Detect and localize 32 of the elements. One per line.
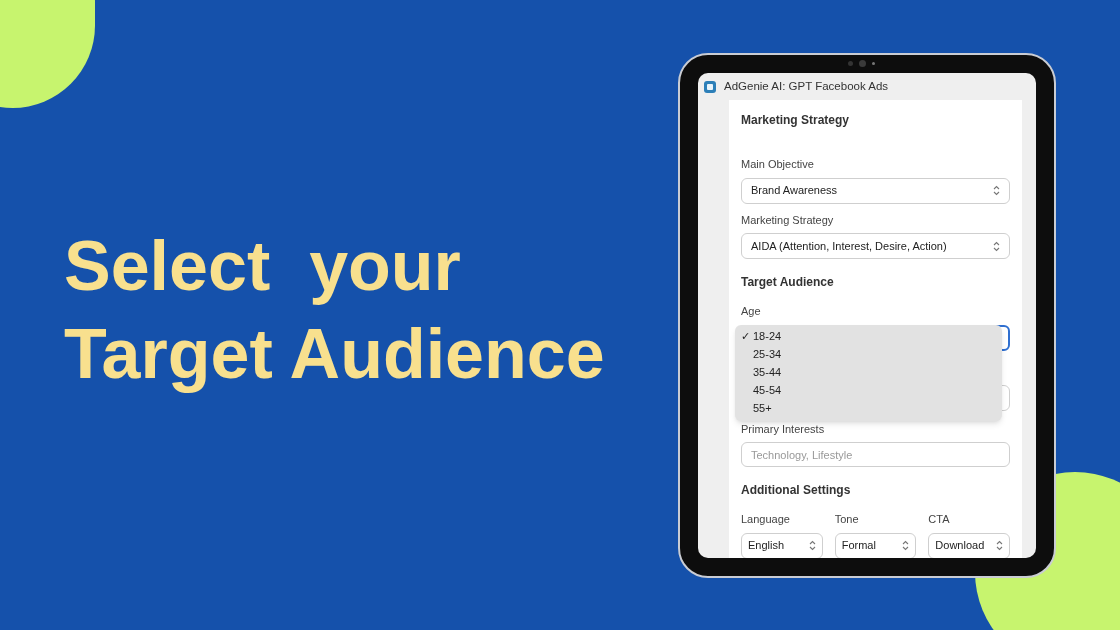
section-heading: Additional Settings [741, 482, 852, 499]
chevron-updown-icon [993, 185, 1000, 196]
menu-option[interactable]: 25-34 [735, 345, 1002, 364]
select-field[interactable]: Brand Awareness [741, 177, 1010, 204]
menu-option[interactable]: 45-54 [735, 381, 1002, 400]
section-heading: Target Audience [741, 274, 835, 291]
chevron-updown-icon [808, 540, 816, 551]
field-label: Age [741, 304, 762, 319]
select-field[interactable]: Formal [834, 532, 917, 558]
chevron-updown-icon [996, 540, 1003, 551]
chevron-updown-icon [993, 240, 1000, 252]
input-field[interactable]: Technology, Lifestyle [741, 442, 1010, 467]
headline: Select your [64, 226, 462, 307]
select-field[interactable]: AIDA (Attention, Interest, Desire, Action) [741, 233, 1010, 259]
field-label: Primary Interests [741, 421, 826, 437]
field-label: Main Objective [741, 157, 815, 172]
field-label: Language [741, 512, 791, 527]
camera-icon [848, 60, 875, 67]
field-label: Marketing Strategy [741, 212, 835, 228]
select-field[interactable]: Download [928, 532, 1010, 558]
menu-option[interactable]: 35-44 [735, 363, 1002, 382]
select-field[interactable]: English [741, 532, 823, 558]
headline: Target Audience [64, 314, 606, 395]
section-heading: Marketing Strategy [741, 112, 851, 129]
app-logo-icon [704, 80, 716, 93]
window-title: AdGenie AI: GPT Facebook Ads [724, 78, 889, 94]
check-mark: ✓ [741, 329, 751, 345]
menu-option[interactable]: ✓ 18-24 [735, 327, 1002, 346]
field-label: Tone [834, 512, 860, 527]
chevron-updown-icon [902, 540, 910, 551]
menu-option[interactable]: 55+ [735, 399, 1002, 418]
field-label: CTA [928, 512, 951, 527]
